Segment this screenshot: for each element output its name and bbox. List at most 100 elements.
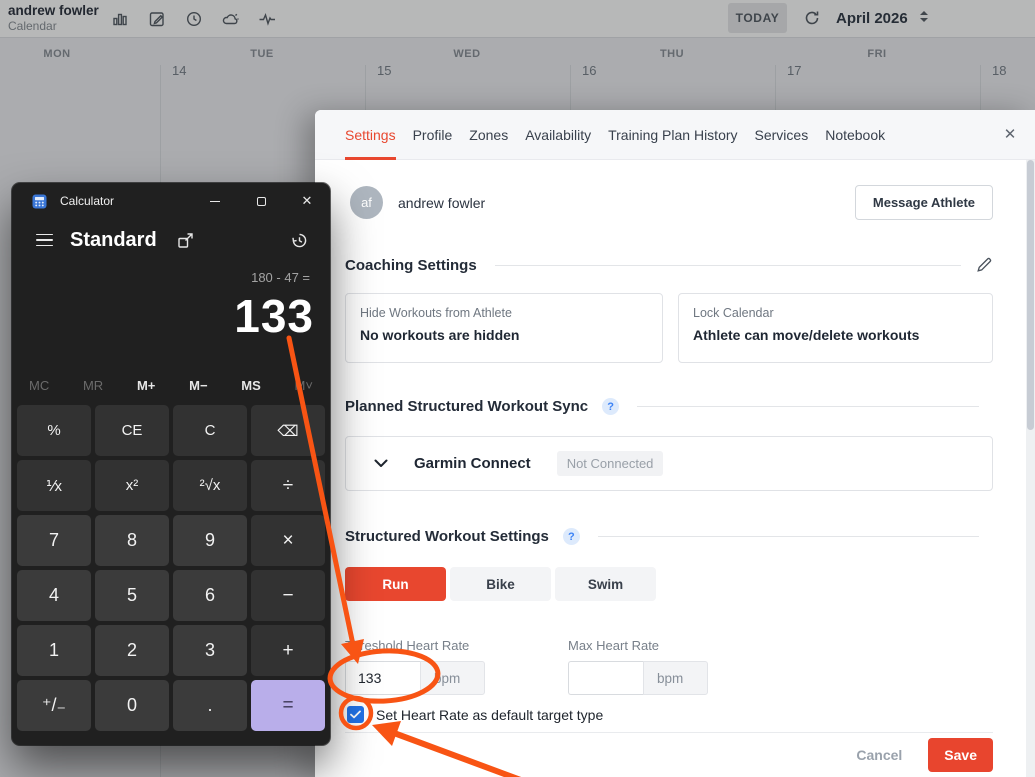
tab-services[interactable]: Services — [755, 110, 809, 160]
calculator-app-icon — [32, 194, 47, 209]
threshold-hr-input[interactable] — [345, 661, 420, 695]
memory-button-m[interactable]: M+ — [137, 378, 155, 393]
calc-key-[interactable]: ⁺/₋ — [17, 680, 91, 731]
max-hr-input[interactable] — [568, 661, 643, 695]
calc-key-6[interactable]: 6 — [173, 570, 247, 621]
max-hr-label: Max Heart Rate — [568, 638, 708, 653]
keep-on-top-icon[interactable] — [177, 232, 194, 249]
save-button[interactable]: Save — [928, 738, 993, 772]
checkbox-checked[interactable] — [347, 706, 364, 723]
calc-key-3[interactable]: 3 — [173, 625, 247, 676]
coaching-card-hide-workouts-from-athlete[interactable]: Hide Workouts from Athlete No workouts ar… — [345, 293, 663, 363]
minimize-button[interactable] — [192, 183, 238, 219]
history-icon[interactable] — [290, 231, 309, 250]
calc-key-x[interactable]: ²√x — [173, 460, 247, 511]
chevron-down-icon — [374, 459, 388, 468]
athlete-settings-panel: Settings Profile Zones Availability Training… — [315, 110, 1035, 777]
garmin-connect-row[interactable]: Garmin Connect Not Connected — [345, 436, 993, 491]
coaching-settings-title: Coaching Settings — [345, 257, 477, 274]
calculator-nav: Standard — [12, 225, 330, 255]
threshold-hr-field: Threshold Heart Rate bpm — [345, 638, 485, 695]
calc-key-8[interactable]: 8 — [95, 515, 169, 566]
memory-button-ms[interactable]: MS — [241, 378, 261, 393]
calc-key-1[interactable]: 1 — [17, 625, 91, 676]
panel-footer: Cancel Save — [345, 732, 993, 777]
garmin-provider-name: Garmin Connect — [414, 455, 531, 472]
menu-icon[interactable] — [36, 234, 53, 247]
calc-key-9[interactable]: 9 — [173, 515, 247, 566]
card-value: Athlete can move/delete workouts — [693, 327, 978, 343]
edit-pencil-icon[interactable] — [975, 256, 993, 274]
threshold-hr-label: Threshold Heart Rate — [345, 638, 485, 653]
max-hr-unit: bpm — [643, 661, 708, 695]
panel-tabs: Settings Profile Zones Availability Training… — [315, 110, 1035, 160]
calc-key-[interactable]: − — [251, 570, 325, 621]
athlete-row: af andrew fowler — [350, 186, 485, 219]
calculator-result: 133 — [234, 289, 314, 343]
close-window-button[interactable]: ✕ — [284, 183, 330, 219]
tab-profile[interactable]: Profile — [413, 110, 453, 160]
message-athlete-button[interactable]: Message Athlete — [855, 185, 993, 220]
avatar: af — [350, 186, 383, 219]
close-icon[interactable]: ✕ — [1001, 126, 1019, 144]
sport-tab-swim[interactable]: Swim — [555, 567, 656, 601]
card-label: Hide Workouts from Athlete — [360, 306, 648, 320]
memory-row: MC MR M+ M− MS M˅ — [12, 373, 330, 397]
calc-key-2[interactable]: 2 — [95, 625, 169, 676]
maximize-button[interactable] — [238, 183, 284, 219]
coaching-card-lock-calendar[interactable]: Lock CalendarAthlete can move/delete wor… — [678, 293, 993, 363]
divider — [637, 406, 979, 407]
calc-key-0[interactable]: 0 — [95, 680, 169, 731]
cancel-button[interactable]: Cancel — [856, 747, 902, 763]
help-icon[interactable]: ? — [602, 398, 619, 415]
memory-button-mr[interactable]: MR — [83, 378, 103, 393]
card-value: No workouts are hidden — [360, 327, 648, 343]
calculator-mode[interactable]: Standard — [70, 229, 157, 252]
tab-zones[interactable]: Zones — [469, 110, 508, 160]
coaching-cards: Hide Workouts from Athlete No workouts ar… — [345, 293, 993, 363]
calc-key-7[interactable]: 7 — [17, 515, 91, 566]
divider — [495, 265, 961, 266]
sport-tab-run[interactable]: Run — [345, 567, 446, 601]
calculator-titlebar[interactable]: Calculator ✕ — [12, 183, 330, 219]
coaching-settings-header: Coaching Settings — [345, 256, 993, 274]
checkbox-label: Set Heart Rate as default target type — [376, 707, 603, 723]
calc-key-[interactable]: ÷ — [251, 460, 325, 511]
sport-tab-bike[interactable]: Bike — [450, 567, 551, 601]
workout-sync-header: Planned Structured Workout Sync ? — [345, 398, 993, 415]
calc-key-5[interactable]: 5 — [95, 570, 169, 621]
calc-key-[interactable]: × — [251, 515, 325, 566]
memory-button-m[interactable]: M− — [189, 378, 207, 393]
calc-key-c[interactable]: C — [173, 405, 247, 456]
default-target-checkbox-row[interactable]: Set Heart Rate as default target type — [347, 706, 603, 723]
calc-key-[interactable]: . — [173, 680, 247, 731]
calc-key-ce[interactable]: CE — [95, 405, 169, 456]
connection-status-badge: Not Connected — [557, 451, 664, 476]
calculator-expression: 180 - 47 = — [251, 270, 310, 285]
calc-key-[interactable]: + — [251, 625, 325, 676]
calc-key-x[interactable]: ⅟x — [17, 460, 91, 511]
calculator-keypad: %CEC⌫ ⅟xx²²√x÷ 789× 456− 123+ ⁺/₋0.= — [17, 405, 325, 731]
max-hr-field: Max Heart Rate bpm — [568, 638, 708, 695]
calc-key-x[interactable]: x² — [95, 460, 169, 511]
panel-scrollbar[interactable] — [1026, 160, 1035, 777]
workout-sync-title: Planned Structured Workout Sync — [345, 398, 588, 415]
scrollbar-thumb[interactable] — [1027, 160, 1034, 430]
memory-button-mc[interactable]: MC — [29, 378, 49, 393]
tab-settings[interactable]: Settings — [345, 110, 396, 160]
tab-notebook[interactable]: Notebook — [825, 110, 885, 160]
structured-workout-title: Structured Workout Settings — [345, 528, 549, 545]
tab-training-plan-history[interactable]: Training Plan History — [608, 110, 737, 160]
athlete-name: andrew fowler — [398, 195, 485, 211]
calc-key-4[interactable]: 4 — [17, 570, 91, 621]
memory-button-m[interactable]: M˅ — [295, 378, 313, 393]
calculator-window: Calculator ✕ Standard 180 - 47 = 133 MCM… — [12, 183, 330, 745]
tab-availability[interactable]: Availability — [525, 110, 591, 160]
help-icon[interactable]: ? — [563, 528, 580, 545]
calc-key-[interactable]: = — [251, 680, 325, 731]
threshold-hr-unit: bpm — [420, 661, 485, 695]
calc-key-[interactable]: ⌫ — [251, 405, 325, 456]
structured-workout-header: Structured Workout Settings ? — [345, 528, 993, 545]
calc-key-[interactable]: % — [17, 405, 91, 456]
sport-selector: RunBikeSwim — [345, 567, 656, 601]
